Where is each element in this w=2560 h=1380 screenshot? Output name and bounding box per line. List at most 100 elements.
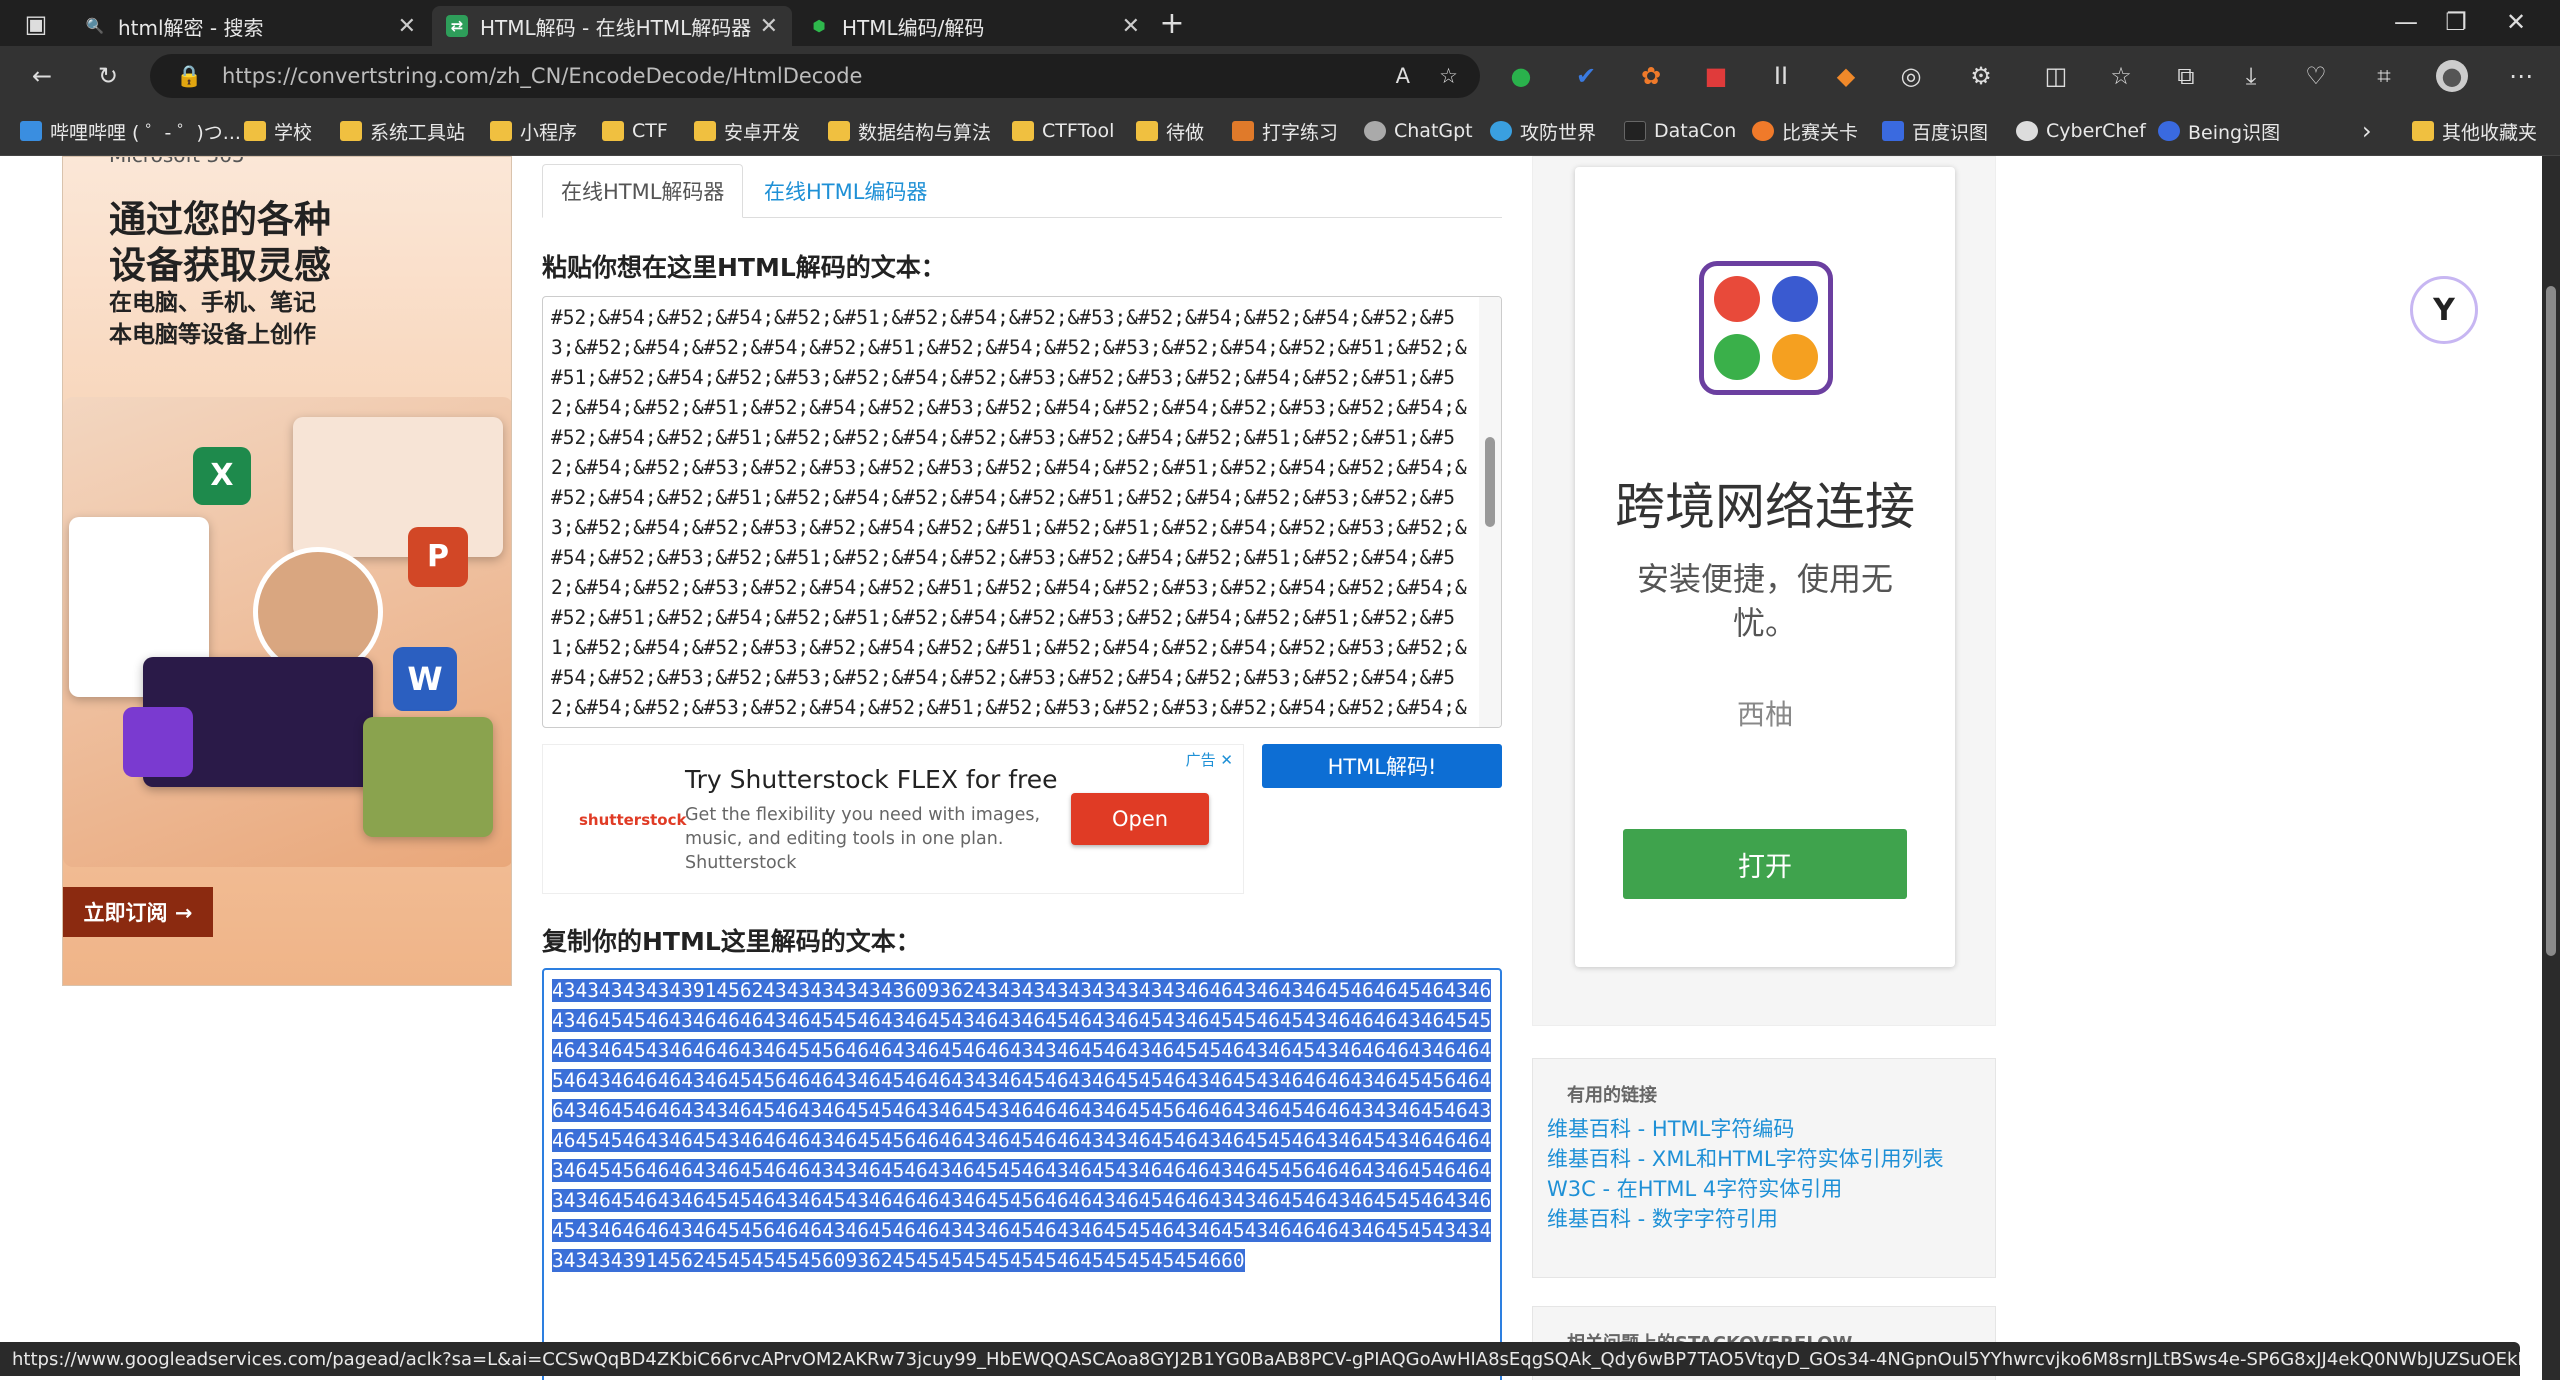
downloads-icon[interactable]: ⤓ [2235,60,2267,92]
bookmarks-overflow-icon[interactable]: › [2362,117,2372,145]
app-collage-image: X P W [63,397,511,867]
split-screen-icon[interactable]: ◫ [2040,60,2072,92]
bookmark-cyberchef[interactable]: CyberChef [2016,118,2146,144]
collections-icon[interactable]: ⧉ [2170,60,2202,92]
more-menu-icon[interactable]: ⋯ [2505,60,2537,92]
bookmark-label: Being识图 [2188,121,2281,144]
link-status-bar: https://www.googleadservices.com/pagead/… [0,1342,2520,1376]
extension-icon[interactable]: ✔ [1570,60,1602,92]
app-logo-icon [1699,261,1833,395]
bookmark-adworld[interactable]: 攻防世界 [1490,118,1596,144]
ad-open-button[interactable]: Open [1071,793,1209,845]
output-textarea[interactable]: 4343434343439145624343434343436093624343… [542,968,1502,1380]
favorites-icon[interactable]: ☆ [2105,60,2137,92]
bookmark-label: 攻防世界 [1520,121,1597,144]
page-scrollbar[interactable] [2542,156,2560,1380]
bookmark-folder[interactable]: 系统工具站 [340,118,465,144]
bookmarks-bar: 哔哩哔哩 ( ゜- ゜)つ... 学校 系统工具站 小程序 CTF 安卓开发 数… [0,106,2560,156]
tab-html-encoder[interactable]: 在线HTML编码器 [746,164,945,218]
scroll-thumb[interactable] [1485,437,1495,527]
close-window-icon[interactable]: ✕ [2500,6,2532,38]
link-xml-html-entities[interactable]: 维基百科 - XML和HTML字符实体引用列表 [1547,1143,1944,1173]
screenshot-icon[interactable]: ⌗ [2368,60,2400,92]
chatgpt-icon [1364,121,1386,141]
bookmark-label: 安卓开发 [724,121,801,144]
floating-assistant-icon[interactable]: Y [2410,276,2478,344]
bookmark-bilibili[interactable]: 哔哩哔哩 ( ゜- ゜)つ... [20,118,241,144]
typing-icon [1232,121,1254,141]
tab-html-encode[interactable]: ⬢ HTML编码/解码 ✕ [794,6,1154,46]
folder-icon [602,121,624,141]
open-button[interactable]: 打开 [1623,829,1907,899]
ad-title: Try Shutterstock FLEX for free [685,765,1058,794]
tab-html-decode[interactable]: ⇄ HTML解码 - 在线HTML解码器 ✕ [432,6,792,46]
minimize-icon[interactable]: — [2390,6,2422,38]
decode-button[interactable]: HTML解码! [1262,744,1502,788]
blue-dot [1772,276,1818,322]
input-textarea[interactable]: #52;&#54;&#52;&#54;&#52;&#51;&#52;&#54;&… [542,296,1502,728]
bookmark-label: ChatGpt [1394,120,1473,142]
extension-icon[interactable]: ◎ [1895,60,1927,92]
extensions-icon[interactable]: ⚙ [1965,60,1997,92]
web-page: Microsoft 365 通过您的各种设备获取灵感 在电脑、手机、笔记本电脑等… [0,156,2542,1380]
ad-close-tag[interactable]: 广告 ✕ [1186,749,1233,770]
back-icon[interactable]: ← [26,60,58,92]
link-w3c-entities[interactable]: W3C - 在HTML 4字符实体引用 [1547,1173,1842,1203]
ad-description: Get the flexibility you need with images… [685,803,1045,875]
tab-bing-search[interactable]: 🔍 html解密 - 搜索 ✕ [70,6,430,46]
bookmark-chatgpt[interactable]: ChatGpt [1364,118,1473,144]
link-html-char-encoding[interactable]: 维基百科 - HTML字符编码 [1547,1113,1794,1143]
orange-dot [1772,334,1818,380]
headline-line: 通过您的各种 [109,198,331,241]
extension-icon[interactable]: ◆ [1830,60,1862,92]
extension-icon[interactable]: ✿ [1635,60,1667,92]
shutterstock-ad[interactable]: 广告 ✕ shutterstock Try Shutterstock FLEX … [542,744,1244,894]
refresh-icon[interactable]: ↻ [92,60,124,92]
bookmark-datacon[interactable]: DataCon [1624,118,1736,144]
page-scroll-thumb[interactable] [2546,286,2556,956]
maximize-icon[interactable]: ❐ [2440,6,2472,38]
bookmark-label: 待做 [1166,121,1205,144]
tab-html-decoder[interactable]: 在线HTML解码器 [542,164,744,218]
bookmark-label: 哔哩哔哩 ( ゜- ゜)つ... [50,121,241,144]
favorite-star-icon[interactable]: ☆ [1439,64,1458,88]
close-icon[interactable]: ✕ [760,14,778,39]
bookmark-folder[interactable]: 学校 [244,118,312,144]
ad-subheadline: 在电脑、手机、笔记 本电脑等设备上创作 [109,287,316,351]
address-bar[interactable]: 🔒 https://convertstring.com/zh_CN/Encode… [150,54,1480,98]
vpn-ad[interactable]: 跨境网络连接 安装便捷，使用无忧。 西柚 打开 [1575,167,1955,967]
link-numeric-char-ref[interactable]: 维基百科 - 数字字符引用 [1547,1203,1778,1233]
search-icon [2158,121,2180,141]
subscribe-button[interactable]: 立即订阅 → [63,887,213,937]
extension-icon[interactable]: ● [1505,60,1537,92]
bookmark-baidu[interactable]: 百度识图 [1882,118,1988,144]
bookmark-folder[interactable]: CTF [602,118,668,144]
bookmark-contest[interactable]: 比赛关卡 [1752,118,1858,144]
textarea-scrollbar[interactable] [1479,297,1501,727]
new-tab-icon[interactable]: + [1156,8,1188,40]
close-icon[interactable]: ✕ [1122,14,1140,39]
extension-icon[interactable]: II [1765,60,1797,92]
bookmark-folder[interactable]: 待做 [1136,118,1204,144]
read-aloud-icon[interactable]: A [1396,64,1410,88]
extension-icon[interactable]: ■ [1700,60,1732,92]
bookmark-folder[interactable]: 数据结构与算法 [828,118,991,144]
ad-headline: 通过您的各种 设备获取灵感 [109,197,331,289]
bookmark-typing[interactable]: 打字练习 [1232,118,1338,144]
red-dot [1714,276,1760,322]
folder-icon [694,121,716,141]
bookmark-other-folder[interactable]: 其他收藏夹 [2412,118,2537,144]
links-title: 有用的链接 [1567,1085,1657,1106]
tab-actions-icon[interactable]: ▣ [20,8,52,40]
bookmark-folder[interactable]: 小程序 [490,118,577,144]
folder-icon [1012,121,1034,141]
avatar[interactable]: ● [2436,60,2468,92]
sub-line: 在电脑、手机、笔记 [109,290,316,316]
bookmark-being[interactable]: Being识图 [2158,118,2280,144]
bookmark-folder[interactable]: CTFTool [1012,118,1114,144]
health-icon[interactable]: ♡ [2300,60,2332,92]
microsoft-365-ad[interactable]: Microsoft 365 通过您的各种设备获取灵感 在电脑、手机、笔记本电脑等… [62,156,512,986]
close-icon[interactable]: ✕ [398,14,416,39]
bookmark-folder[interactable]: 安卓开发 [694,118,800,144]
globe-icon [1490,121,1512,141]
